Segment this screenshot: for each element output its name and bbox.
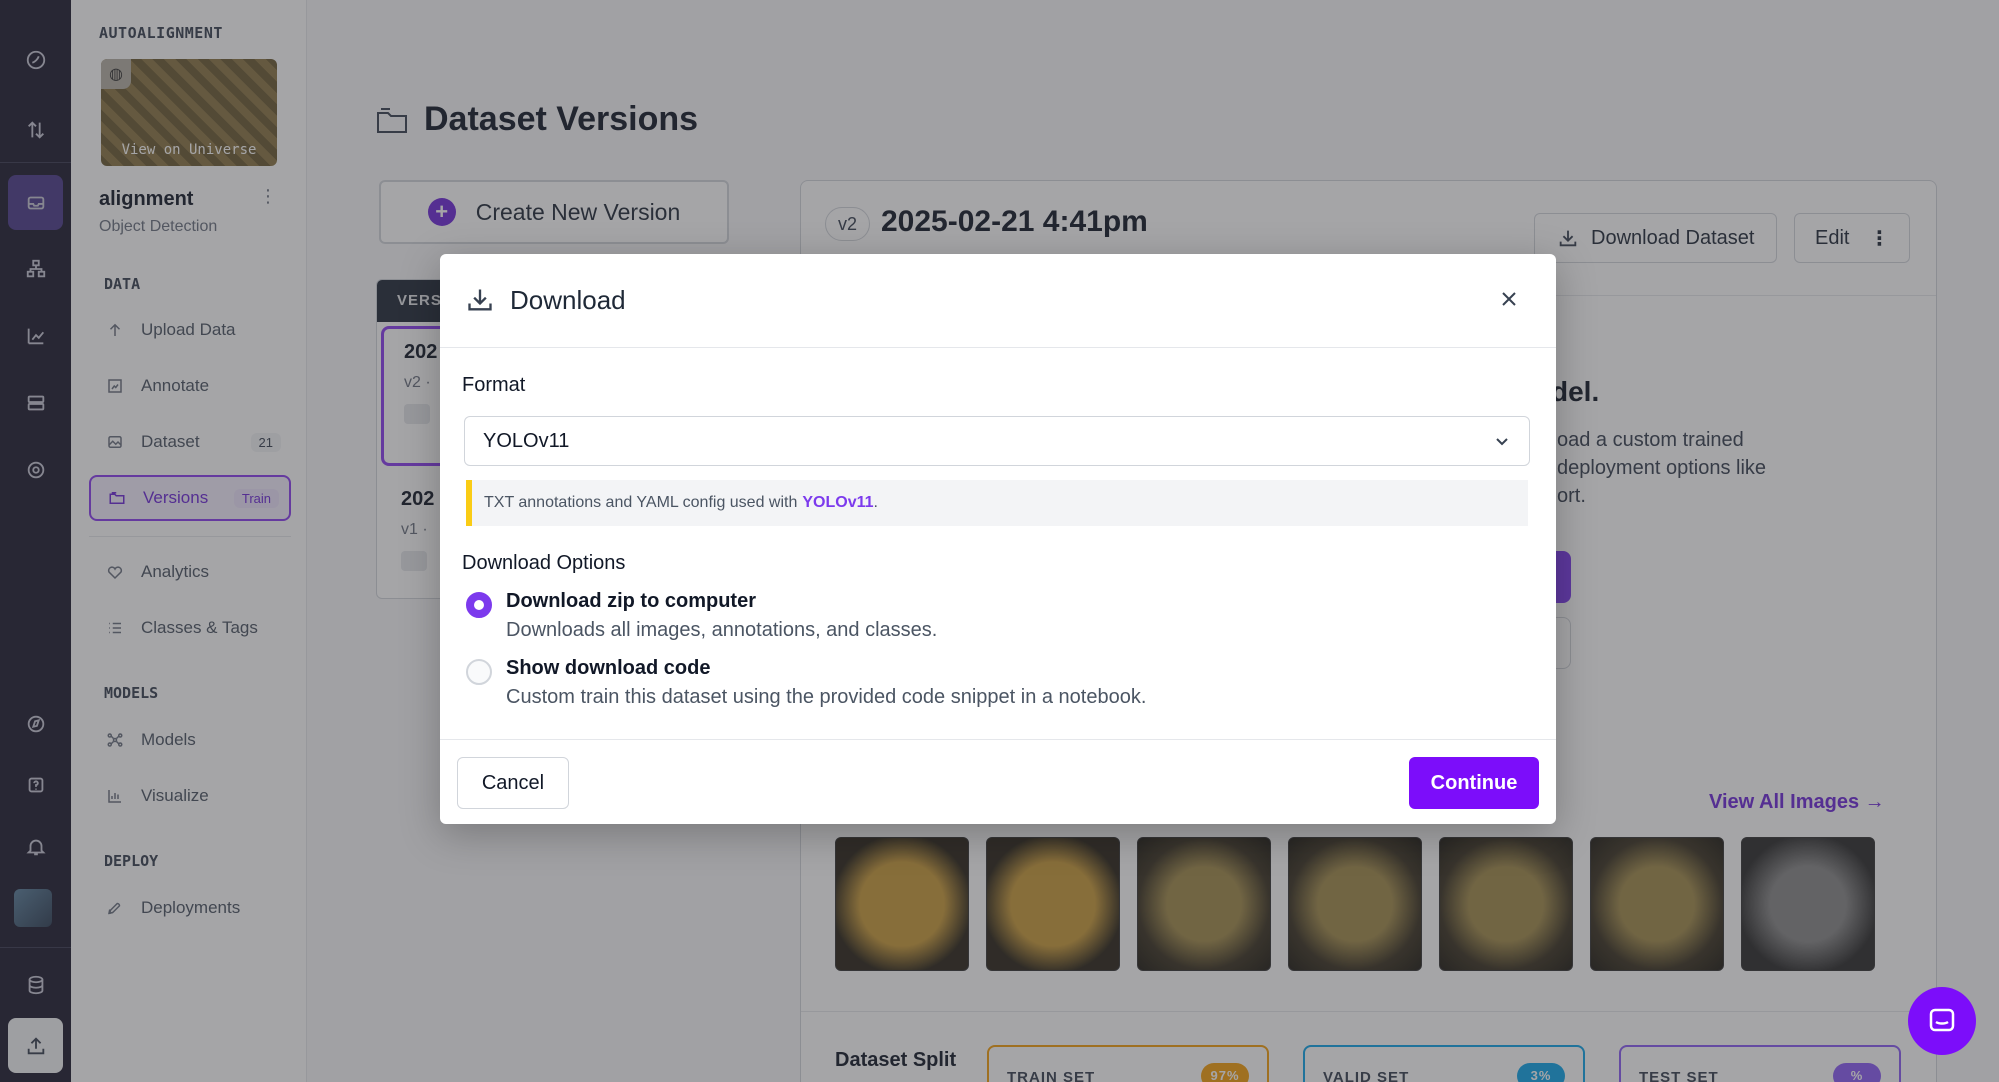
format-label: Format <box>462 374 526 396</box>
radio-selected[interactable] <box>466 592 492 618</box>
continue-button[interactable]: Continue <box>1409 757 1539 809</box>
download-options-label: Download Options <box>462 552 626 574</box>
format-note: TXT annotations and YAML config used wit… <box>466 480 1528 526</box>
option-title: Download zip to computer <box>506 590 756 612</box>
close-icon[interactable] <box>1496 286 1522 312</box>
option-desc: Custom train this dataset using the prov… <box>506 686 1147 708</box>
chat-launcher[interactable] <box>1908 987 1976 1055</box>
option-show-code[interactable]: Show download code Custom train this dat… <box>466 657 1146 709</box>
format-note-link[interactable]: YOLOv11 <box>802 494 873 512</box>
cancel-button[interactable]: Cancel <box>457 757 569 809</box>
modal-title: Download <box>510 285 626 315</box>
option-title: Show download code <box>506 657 711 679</box>
radio-unselected[interactable] <box>466 659 492 685</box>
download-icon <box>466 286 494 314</box>
option-download-zip[interactable]: Download zip to computer Downloads all i… <box>466 590 937 642</box>
download-modal: Download Format YOLOv11 TXT annotations … <box>440 254 1556 824</box>
format-note-text: TXT annotations and YAML config used wit… <box>484 494 798 511</box>
format-value: YOLOv11 <box>483 429 570 452</box>
option-desc: Downloads all images, annotations, and c… <box>506 619 938 641</box>
modal-header: Download <box>440 254 1556 348</box>
format-select[interactable]: YOLOv11 <box>464 416 1530 466</box>
format-note-end: . <box>873 494 878 511</box>
chevron-down-icon <box>1496 438 1508 446</box>
chat-icon <box>1929 1008 1955 1032</box>
